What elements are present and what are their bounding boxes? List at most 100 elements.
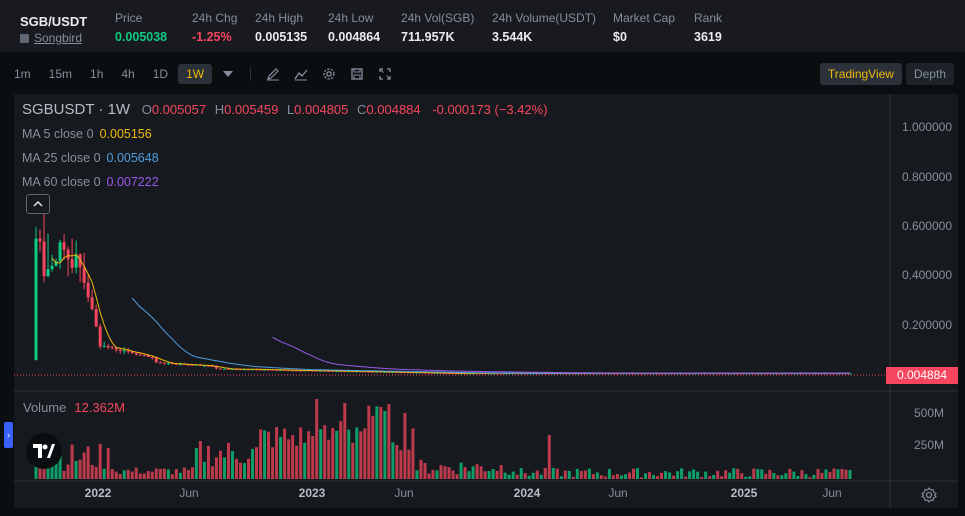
volume-bar [399, 450, 403, 479]
volume-bar [579, 470, 583, 479]
volume-bar [708, 476, 712, 479]
candle-body [58, 242, 62, 262]
volume-bar [491, 469, 495, 479]
volume-bar [804, 474, 808, 479]
volume-bar [615, 474, 619, 479]
volume-bar [635, 468, 639, 479]
volume-bar [660, 472, 664, 479]
volume-bar [459, 462, 463, 479]
volume-bar [664, 471, 668, 479]
volume-bar [411, 428, 415, 479]
time-tick: 2022 [84, 486, 112, 500]
volume-bar [419, 459, 423, 479]
low-value: 0.004805 [294, 102, 349, 117]
volume-bar [824, 469, 828, 479]
time-tick: Jun [394, 486, 414, 500]
candle-body [102, 345, 106, 347]
volume-bar [519, 468, 523, 479]
expand-icon[interactable] [377, 66, 393, 82]
volume-bar [760, 469, 764, 479]
tradingview-logo-icon [33, 444, 55, 458]
tradingview-logo[interactable] [26, 433, 62, 469]
candle-body [106, 345, 110, 348]
volume-bar [451, 470, 455, 479]
volume-bar [255, 447, 259, 479]
volume-bar [335, 430, 339, 479]
volume-bar [840, 468, 844, 479]
volume-value: 12.362M [74, 400, 125, 415]
chart-settings-gear-icon[interactable] [921, 487, 937, 503]
volume-bar [816, 469, 820, 479]
volume-bar [559, 476, 563, 479]
volume-bar [712, 474, 716, 479]
candle-body [150, 357, 154, 359]
chart-panel[interactable]: SGBUSDT · 1W O0.005057 H0.005459 L0.0048… [14, 94, 958, 508]
high-value: 0.005459 [224, 102, 279, 117]
stat-label: 24h Chg [192, 11, 238, 25]
pen-icon[interactable] [265, 66, 281, 82]
volume-bar [575, 468, 579, 479]
coin-name-link[interactable]: Songbird [20, 31, 82, 45]
interval-1W[interactable]: 1W [178, 64, 213, 84]
ma5-line [51, 254, 850, 374]
volume-bar [836, 469, 840, 479]
ma60-line [272, 336, 850, 374]
interval-1D[interactable]: 1D [145, 64, 176, 84]
volume-bar [764, 473, 768, 479]
dropdown-caret-icon[interactable] [220, 66, 236, 82]
view-tradingview-button[interactable]: TradingView [819, 63, 902, 85]
volume-bar [828, 471, 832, 479]
volume-bar [704, 471, 708, 479]
volume-bar [363, 428, 367, 479]
volume-bar [780, 475, 784, 479]
stat-0: Price 0.005038 [115, 11, 167, 44]
price-tick: 0.400000 [901, 268, 952, 282]
volume-bar [656, 475, 660, 479]
volume-bar [776, 475, 780, 479]
candle-body [98, 326, 102, 347]
volume-bar [551, 467, 555, 479]
volume-bar [680, 468, 684, 479]
volume-bar [267, 431, 271, 479]
ma-value: 0.007222 [106, 175, 159, 189]
collapse-legend-button[interactable] [26, 194, 50, 214]
time-tick: 2024 [513, 486, 541, 500]
volume-bar [748, 476, 752, 479]
volume-bar [652, 475, 656, 479]
settings-icon[interactable] [321, 66, 337, 82]
indicator-icon[interactable] [293, 66, 309, 82]
volume-bar [319, 429, 323, 479]
volume-bar [106, 447, 110, 479]
volume-bar [114, 471, 118, 479]
volume-bar [194, 448, 198, 479]
volume-bar [130, 471, 134, 479]
interval-1h[interactable]: 1h [82, 64, 111, 84]
change-value: -0.000173 (−3.42%) [432, 102, 548, 117]
volume-bar [287, 439, 291, 479]
interval-1m[interactable]: 1m [6, 64, 39, 84]
open-value: 0.005057 [151, 102, 207, 117]
volume-bar [567, 470, 571, 479]
volume-bar [523, 473, 527, 479]
volume-bar [696, 471, 700, 479]
volume-bar [243, 463, 247, 479]
candle-body [46, 269, 50, 277]
chart-toolbar: 1m 15m 1h 4h 1D 1W TradingView Depth [6, 60, 958, 88]
volume-bar [603, 476, 607, 479]
volume-bar [371, 415, 375, 479]
ticker-header: SGB/USDT Songbird Price 0.005038 24h Chg -1… [0, 0, 965, 53]
volume-bar [251, 449, 255, 479]
interval-15m[interactable]: 15m [41, 64, 80, 84]
save-icon[interactable] [349, 66, 365, 82]
symbol-title[interactable]: SGB/USDT [20, 14, 87, 29]
volume-bar [844, 469, 848, 479]
ma-legend-1: MA 25 close 0 0.005648 [22, 151, 159, 165]
volume-bar [339, 421, 343, 479]
side-panel-toggle[interactable]: › [4, 422, 13, 448]
view-depth-button[interactable]: Depth [905, 63, 954, 85]
interval-4h[interactable]: 4h [113, 64, 142, 84]
ma-legend-0: MA 5 close 0 0.005156 [22, 127, 152, 141]
volume-bar [391, 442, 395, 479]
volume-bar [684, 476, 688, 479]
volume-bar [126, 469, 130, 479]
